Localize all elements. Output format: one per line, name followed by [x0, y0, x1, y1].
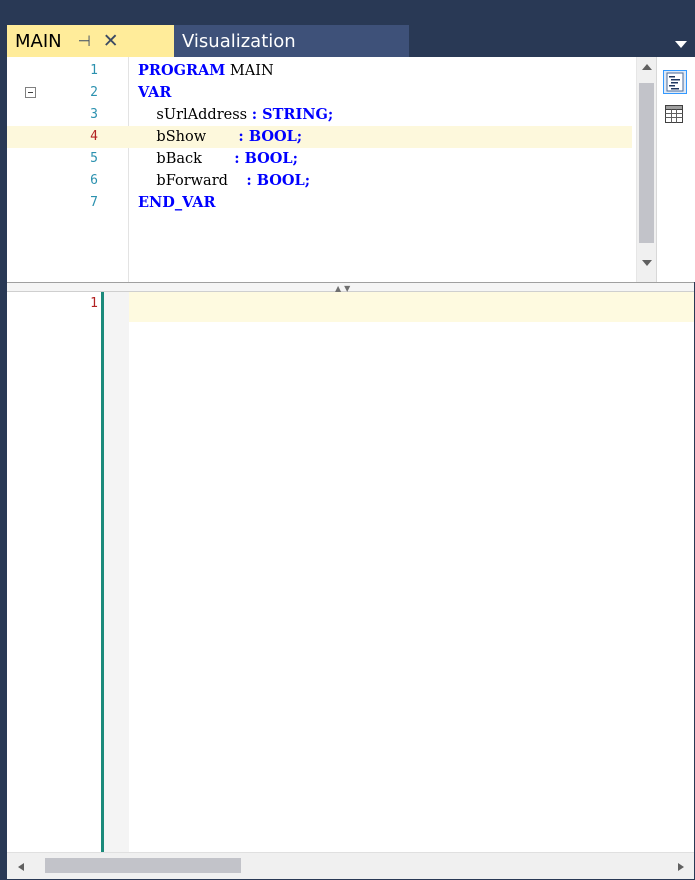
tab-main-label: MAIN: [15, 30, 62, 52]
code-token: END_VAR: [138, 194, 216, 211]
fold-margin: [104, 292, 129, 852]
view-toggle-panel: [656, 57, 695, 282]
code-line[interactable]: 6 bForward : BOOL;: [7, 170, 632, 192]
declaration-vertical-scrollbar[interactable]: [636, 57, 656, 282]
scroll-down-arrow-icon[interactable]: [641, 259, 653, 267]
window-frame-left: [0, 25, 7, 880]
line-number: 7: [90, 195, 98, 210]
scrollbar-thumb[interactable]: [45, 858, 241, 873]
current-line-highlight[interactable]: [129, 292, 694, 322]
code-text: bBack : BOOL;: [138, 148, 298, 170]
implementation-editor[interactable]: 1: [7, 292, 694, 852]
scrollbar-thumb[interactable]: [639, 83, 654, 243]
code-line[interactable]: 7 END_VAR: [7, 192, 632, 214]
editor-splitter[interactable]: ▲▼: [7, 282, 694, 293]
code-token: STRING;: [257, 106, 334, 123]
code-token: BOOL;: [243, 128, 303, 145]
line-number: 1: [90, 296, 98, 311]
line-number: 2: [90, 85, 98, 100]
chevron-down-icon[interactable]: [674, 35, 688, 48]
code-token: bForward: [138, 173, 247, 189]
horizontal-scrollbar[interactable]: [7, 852, 694, 879]
code-token: PROGRAM: [138, 62, 226, 79]
code-token: BOOL;: [239, 150, 298, 167]
tab-visualization-label: Visualization: [182, 30, 296, 52]
line-number: 3: [90, 107, 98, 122]
code-line[interactable]: 3 sUrlAddress : STRING;: [7, 104, 632, 126]
code-token: MAIN: [225, 63, 274, 79]
code-token: BOOL;: [251, 172, 311, 189]
scroll-right-arrow-icon[interactable]: [677, 862, 685, 872]
code-line[interactable]: 2 VAR: [7, 82, 632, 104]
code-token: sUrlAddress: [138, 107, 252, 123]
tab-visualization[interactable]: Visualization: [174, 25, 409, 57]
window-frame-top: [0, 0, 695, 25]
close-icon[interactable]: ✕: [103, 31, 119, 51]
code-text: PROGRAM MAIN: [138, 60, 274, 82]
line-number: 1: [90, 63, 98, 78]
pin-icon[interactable]: ⊣: [78, 32, 91, 50]
scroll-left-arrow-icon[interactable]: [17, 862, 25, 872]
code-token: bBack: [138, 151, 235, 167]
code-token: VAR: [138, 84, 172, 101]
line-number: 6: [90, 173, 98, 188]
table-view-icon[interactable]: [663, 103, 687, 127]
code-line[interactable]: 4 bShow : BOOL;: [7, 126, 632, 148]
scroll-up-arrow-icon[interactable]: [641, 63, 653, 71]
collapse-minus-icon[interactable]: [25, 87, 36, 98]
code-text: sUrlAddress : STRING;: [138, 104, 333, 126]
text-view-icon[interactable]: [663, 70, 687, 94]
tab-main[interactable]: MAIN ⊣ ✕: [7, 25, 174, 57]
line-number-gutter: [7, 292, 101, 852]
line-number: 5: [90, 151, 98, 166]
declaration-editor[interactable]: 1 PROGRAM MAIN 2 VAR 3 sUrlAddress : STRING;…: [7, 57, 694, 282]
code-text: END_VAR: [138, 192, 216, 214]
code-line[interactable]: 1 PROGRAM MAIN: [7, 60, 632, 82]
code-text: bShow : BOOL;: [138, 126, 302, 148]
code-text: bForward : BOOL;: [138, 170, 310, 192]
line-number: 4: [90, 129, 98, 144]
code-line[interactable]: 5 bBack : BOOL;: [7, 148, 632, 170]
code-token: bShow: [138, 129, 239, 145]
editor-window: MAIN ⊣ ✕ Visualization 1 PROGRAM MAIN 2 VAR…: [0, 0, 695, 880]
code-text: VAR: [138, 82, 171, 104]
